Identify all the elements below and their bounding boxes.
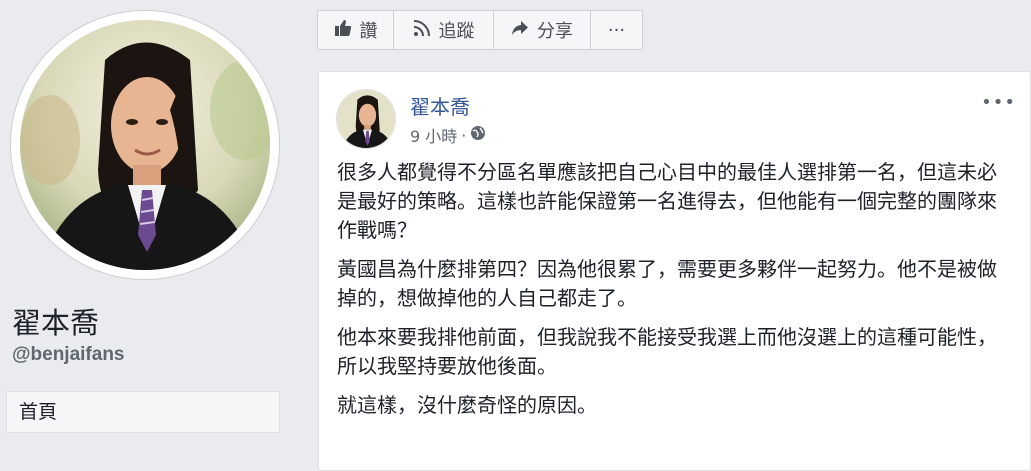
- nav-item-home[interactable]: 首頁: [6, 391, 280, 433]
- page-action-bar: 讚 追蹤 分享 ···: [317, 10, 643, 50]
- page-name[interactable]: 翟本喬: [12, 300, 99, 342]
- post-card: 翟本喬 9 小時 · ••• 很多人都覺得不分區名單應該把自己心目中的最佳人選排…: [318, 71, 1031, 471]
- post-author-avatar[interactable]: [336, 89, 396, 149]
- rss-icon: [413, 19, 431, 42]
- share-button[interactable]: 分享: [494, 11, 591, 49]
- main-column: 讚 追蹤 分享 ··· 翟本喬 9 小時 · ••• 很多人都覺得不分區名單應該…: [298, 0, 1031, 471]
- meta-separator: ·: [461, 125, 467, 145]
- post-paragraph: 黃國昌為什麼排第四？因為他很累了，需要更多夥伴一起努力。他不是被做掉的，想做掉他…: [337, 257, 997, 310]
- share-arrow-icon: [511, 19, 529, 42]
- more-button[interactable]: ···: [591, 11, 642, 49]
- post-meta: 9 小時 ·: [410, 123, 486, 147]
- page-handle[interactable]: @benjaifans: [12, 344, 125, 366]
- thumbs-up-icon: [334, 19, 352, 42]
- globe-icon[interactable]: [470, 125, 486, 145]
- more-label: ···: [607, 19, 626, 41]
- profile-photo: [20, 20, 270, 270]
- post-paragraph: 很多人都覺得不分區名單應該把自己心目中的最佳人選排第一名，但這未必是最好的策略。…: [337, 160, 997, 242]
- post-timestamp[interactable]: 9 小時: [410, 123, 457, 147]
- follow-label: 追蹤: [438, 21, 475, 42]
- post-body: 很多人都覺得不分區名單應該把自己心目中的最佳人選排第一名，但這未必是最好的策略。…: [337, 158, 1012, 430]
- post-paragraph: 就這樣，沒什麼奇怪的原因。: [337, 393, 597, 417]
- post-paragraph: 他本來要我排他前面，但我說我不能接受我選上而他沒選上的這種可能性，所以我堅持要放…: [337, 325, 997, 378]
- like-label: 讚: [359, 21, 378, 42]
- profile-column: 翟本喬 @benjaifans 首頁: [0, 0, 298, 450]
- post-options-button[interactable]: •••: [981, 92, 1016, 113]
- share-label: 分享: [537, 21, 573, 42]
- like-button[interactable]: 讚: [318, 11, 394, 49]
- follow-button[interactable]: 追蹤: [394, 11, 494, 49]
- post-author-name[interactable]: 翟本喬: [410, 91, 470, 120]
- profile-avatar[interactable]: [11, 11, 279, 279]
